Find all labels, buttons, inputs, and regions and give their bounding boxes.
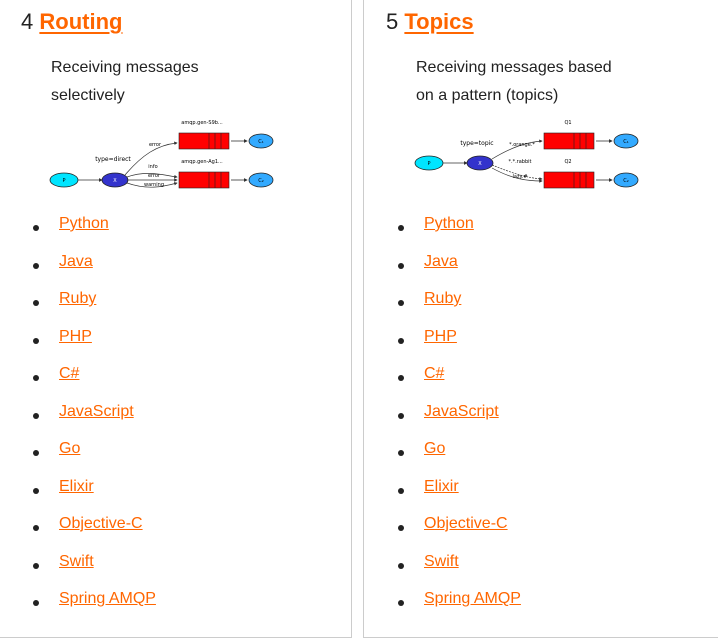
binding-error1: error — [149, 142, 162, 148]
topics-link-java[interactable]: Java — [424, 253, 458, 271]
routing-title-link[interactable]: Routing — [39, 9, 122, 34]
topics-link-elixir[interactable]: Elixir — [424, 478, 459, 496]
topics-heading: 5 Topics — [386, 7, 474, 37]
routing-link-python[interactable]: Python — [59, 215, 109, 233]
exchange-label: X — [478, 161, 482, 167]
binding-error2: error — [148, 173, 161, 179]
routing-link-php[interactable]: PHP — [59, 328, 92, 346]
queue2-label: amqp.gen-Ag1... — [181, 159, 223, 165]
topics-link-go[interactable]: Go — [424, 440, 445, 458]
routing-link-csharp[interactable]: C# — [59, 365, 79, 383]
routing-link-javascript[interactable]: JavaScript — [59, 403, 134, 421]
queue1 — [178, 132, 230, 150]
queue1-label: amqp.gen-S9b... — [181, 120, 223, 126]
routing-number: 4 — [21, 9, 34, 34]
consumer2-label: C₂ — [623, 178, 629, 184]
exchange-label: X — [113, 178, 117, 184]
topics-link-spring-amqp[interactable]: Spring AMQP — [424, 590, 521, 608]
topics-link-javascript[interactable]: JavaScript — [424, 403, 499, 421]
topics-link-python[interactable]: Python — [424, 215, 474, 233]
topics-link-ruby[interactable]: Ruby — [424, 290, 461, 308]
topics-diagram: P X type=topic *.orange.* *.*.rabbit laz… — [414, 120, 639, 189]
binding-orange: *.orange.* — [509, 142, 535, 148]
consumer1-label: C₁ — [623, 139, 629, 145]
queue1-label: Q1 — [564, 120, 571, 126]
routing-link-swift[interactable]: Swift — [59, 553, 94, 571]
producer-label: P — [427, 161, 430, 167]
tutorial-card-routing: 4 Routing Receiving messages selectively… — [0, 0, 352, 638]
consumer2-label: C₂ — [258, 178, 264, 184]
tutorial-card-topics: 5 Topics Receiving messages based on a p… — [363, 0, 718, 638]
queue2 — [543, 171, 595, 189]
topics-link-swift[interactable]: Swift — [424, 553, 459, 571]
topics-link-csharp[interactable]: C# — [424, 365, 444, 383]
binding-info: info — [148, 164, 157, 170]
binding-warning: warning — [144, 182, 164, 188]
binding-rabbit: *.*.rabbit — [509, 159, 532, 165]
consumer1-label: C₁ — [258, 139, 264, 145]
binding-lazy: lazy.# — [512, 174, 527, 180]
routing-link-go[interactable]: Go — [59, 440, 80, 458]
topics-description: Receiving messages based on a pattern (t… — [416, 59, 612, 104]
topics-number: 5 — [386, 9, 399, 34]
exchange-type-label: type=topic — [460, 140, 493, 147]
queue1 — [543, 132, 595, 150]
queue2 — [178, 171, 230, 189]
queue2-label: Q2 — [564, 159, 571, 165]
topics-title-link[interactable]: Topics — [404, 9, 473, 34]
topics-link-php[interactable]: PHP — [424, 328, 457, 346]
producer-label: P — [62, 178, 65, 184]
routing-link-spring-amqp[interactable]: Spring AMQP — [59, 590, 156, 608]
routing-link-ruby[interactable]: Ruby — [59, 290, 96, 308]
topics-link-objective-c[interactable]: Objective-C — [424, 515, 508, 533]
exchange-type-label: type=direct — [95, 156, 131, 163]
routing-heading: 4 Routing — [21, 7, 122, 37]
routing-link-objective-c[interactable]: Objective-C — [59, 515, 143, 533]
routing-link-elixir[interactable]: Elixir — [59, 478, 94, 496]
routing-link-java[interactable]: Java — [59, 253, 93, 271]
routing-diagram: P X type=direct error info error warning… — [49, 120, 274, 189]
routing-description: Receiving messages selectively — [51, 59, 199, 104]
